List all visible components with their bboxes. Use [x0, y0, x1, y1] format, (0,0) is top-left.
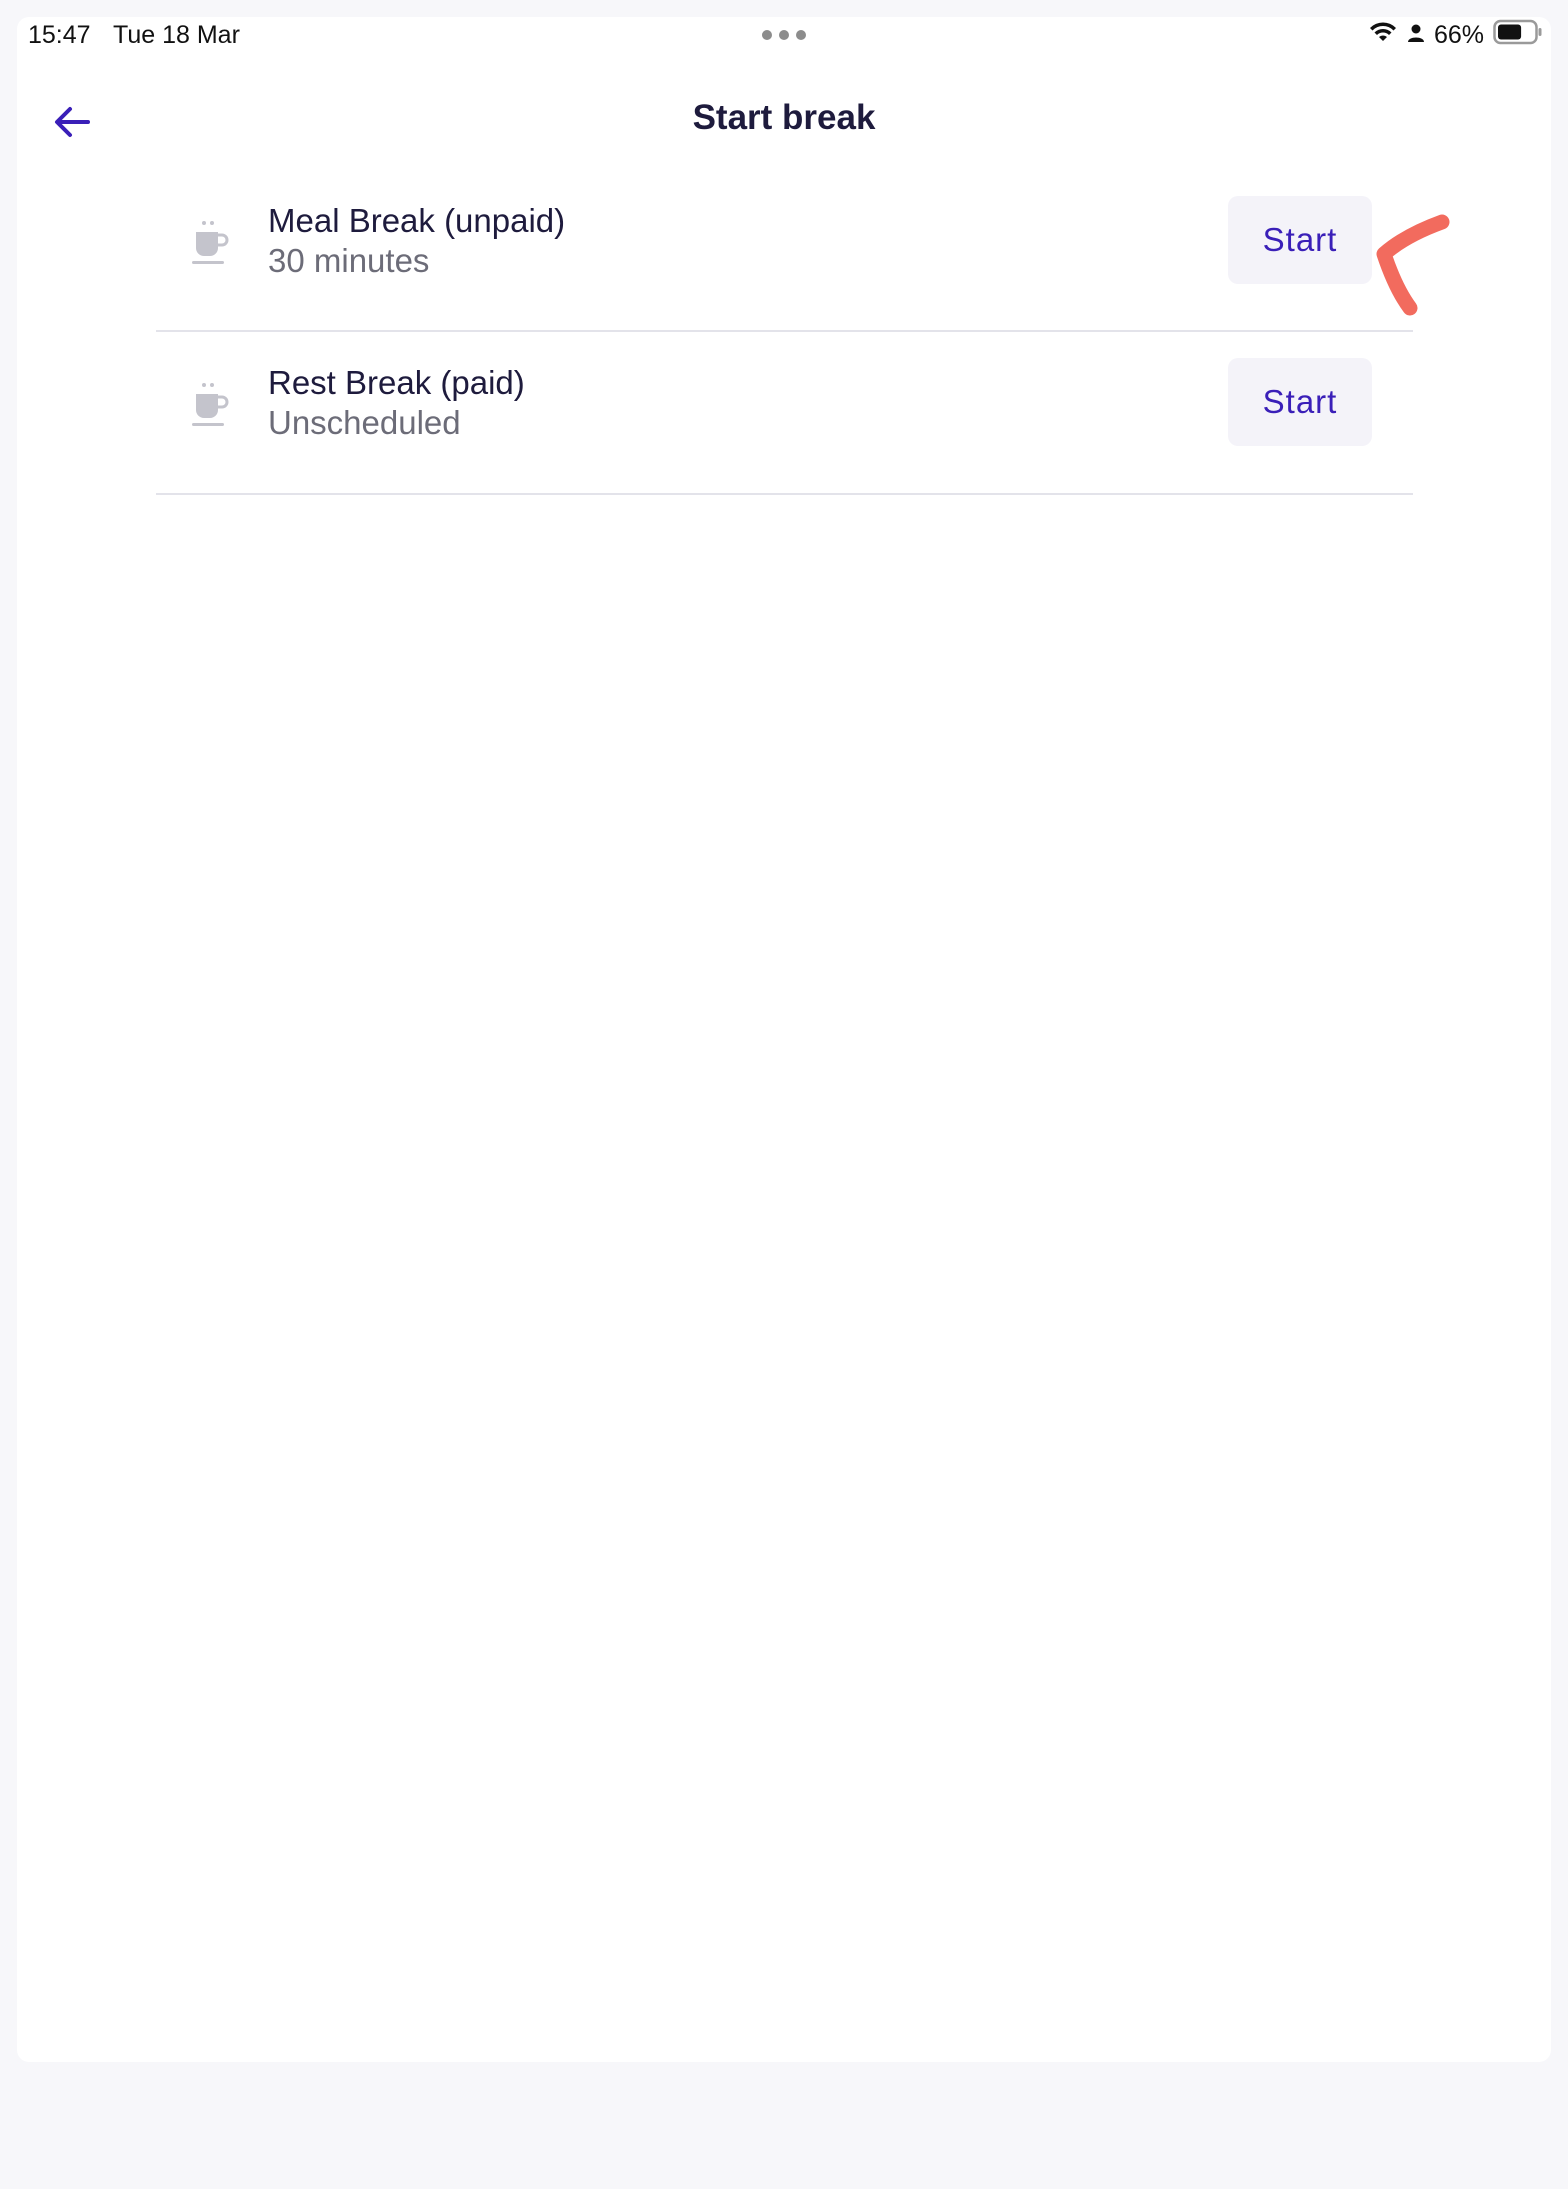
multitasking-dots-icon[interactable]	[762, 30, 806, 40]
status-time: 15:47	[28, 21, 91, 49]
list-item-meal-break: Meal Break (unpaid) 30 minutes Start	[156, 170, 1413, 332]
break-duration: 30 minutes	[268, 242, 430, 279]
break-schedule: Unscheduled	[268, 404, 461, 441]
start-meal-break-button[interactable]: Start	[1228, 196, 1372, 284]
battery-icon	[1493, 19, 1543, 52]
break-list: Meal Break (unpaid) 30 minutes Start Res…	[156, 170, 1413, 495]
coffee-cup-icon	[190, 218, 230, 270]
person-icon	[1407, 21, 1425, 50]
coffee-cup-icon	[190, 380, 230, 432]
battery-percent: 66%	[1433, 20, 1484, 49]
wifi-icon	[1368, 20, 1398, 51]
break-name: Meal Break (unpaid)	[268, 202, 566, 239]
status-date: Tue 18 Mar	[113, 21, 240, 49]
list-item-rest-break: Rest Break (paid) Unscheduled Start	[156, 332, 1413, 495]
annotation-check-mark	[1376, 214, 1450, 316]
start-rest-break-button[interactable]: Start	[1228, 358, 1372, 446]
page-title: Start break	[692, 98, 876, 137]
break-name: Rest Break (paid)	[268, 364, 525, 401]
status-bar: 15:47 Tue 18 Mar 66%	[0, 0, 1568, 70]
status-right-group: 66%	[1368, 18, 1543, 52]
